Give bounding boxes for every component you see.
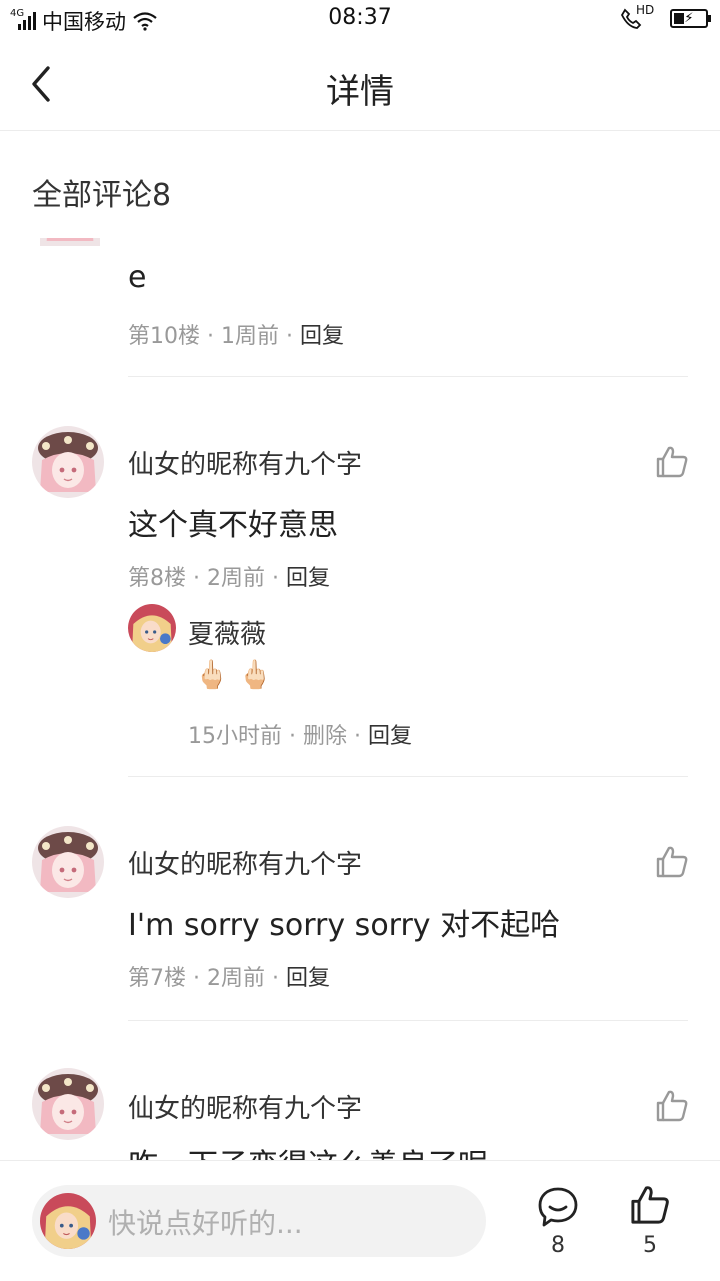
reply-meta: 15小时前 · 删除 · 回复 <box>188 724 413 749</box>
reply-button[interactable]: 回复 <box>286 566 330 591</box>
floor-number: 第8楼 <box>128 566 186 591</box>
comment-icon[interactable] <box>536 1185 580 1229</box>
avatar[interactable] <box>128 604 176 652</box>
comment-text: I'm sorry sorry sorry 对不起哈 <box>128 908 561 943</box>
reply-button[interactable]: 回复 <box>300 324 344 349</box>
comment-time: 1周前 <box>221 324 279 349</box>
delete-button[interactable]: 删除 <box>303 724 347 749</box>
status-bar: 4G 中国移动 08:37 HD ⚡ <box>0 0 720 38</box>
page-title: 详情 <box>326 72 394 112</box>
comment-time: 2周前 <box>207 566 265 591</box>
comments-header: 全部评论8 <box>32 178 172 213</box>
comment-list[interactable]: e 第10楼 · 1周前 · 回复 仙女的昵称有九个字 这个真不好意思 第8楼 … <box>0 238 720 1160</box>
floor-number: 第7楼 <box>128 966 186 991</box>
comment-count: 8 <box>551 1233 565 1258</box>
status-time: 08:37 <box>328 5 392 30</box>
divider <box>128 776 688 777</box>
comment-username[interactable]: 仙女的昵称有九个字 <box>128 1088 362 1125</box>
divider <box>128 376 688 377</box>
reply-button[interactable]: 回复 <box>368 724 412 749</box>
bottom-bar: 快说点好听的... 8 5 <box>0 1160 720 1281</box>
like-icon[interactable] <box>628 1183 672 1227</box>
thumbs-up-icon[interactable] <box>654 844 690 880</box>
divider <box>128 1020 688 1021</box>
avatar[interactable] <box>32 826 104 898</box>
comment-meta: 第8楼 · 2周前 · 回复 <box>128 566 331 591</box>
comment-text: 这个真不好意思 <box>128 508 338 543</box>
reply-username[interactable]: 夏薇薇 <box>188 614 266 651</box>
comment-text: 咋一下子变得这么善良了呢 <box>128 1140 488 1160</box>
status-right: HD ⚡ <box>620 3 711 30</box>
comment-text: e <box>128 260 147 295</box>
comment-input[interactable]: 快说点好听的... <box>32 1185 486 1257</box>
floor-number: 第10楼 <box>128 324 200 349</box>
comment-meta: 第10楼 · 1周前 · 回复 <box>128 324 345 349</box>
battery-icon: ⚡ <box>670 8 711 28</box>
hd-label: HD <box>636 3 655 17</box>
reply-button[interactable]: 回复 <box>286 966 330 991</box>
avatar <box>40 238 100 246</box>
thumbs-up-icon[interactable] <box>654 1088 690 1124</box>
comment-time: 2周前 <box>207 966 265 991</box>
reply-time: 15小时前 <box>188 724 282 749</box>
reply-text: 🖕🏻 🖕🏻 <box>194 658 273 691</box>
avatar[interactable] <box>32 426 104 498</box>
thumbs-up-icon[interactable] <box>654 444 690 480</box>
like-count: 5 <box>643 1233 657 1258</box>
comment-meta: 第7楼 · 2周前 · 回复 <box>128 966 331 991</box>
comment-input-placeholder: 快说点好听的... <box>108 1207 303 1240</box>
top-nav: 详情 <box>0 38 720 131</box>
comment-username[interactable]: 仙女的昵称有九个字 <box>128 844 362 881</box>
comment-username[interactable]: 仙女的昵称有九个字 <box>128 444 362 481</box>
avatar <box>40 1193 96 1249</box>
hd-call-icon: HD <box>620 3 656 30</box>
avatar[interactable] <box>32 1068 104 1140</box>
